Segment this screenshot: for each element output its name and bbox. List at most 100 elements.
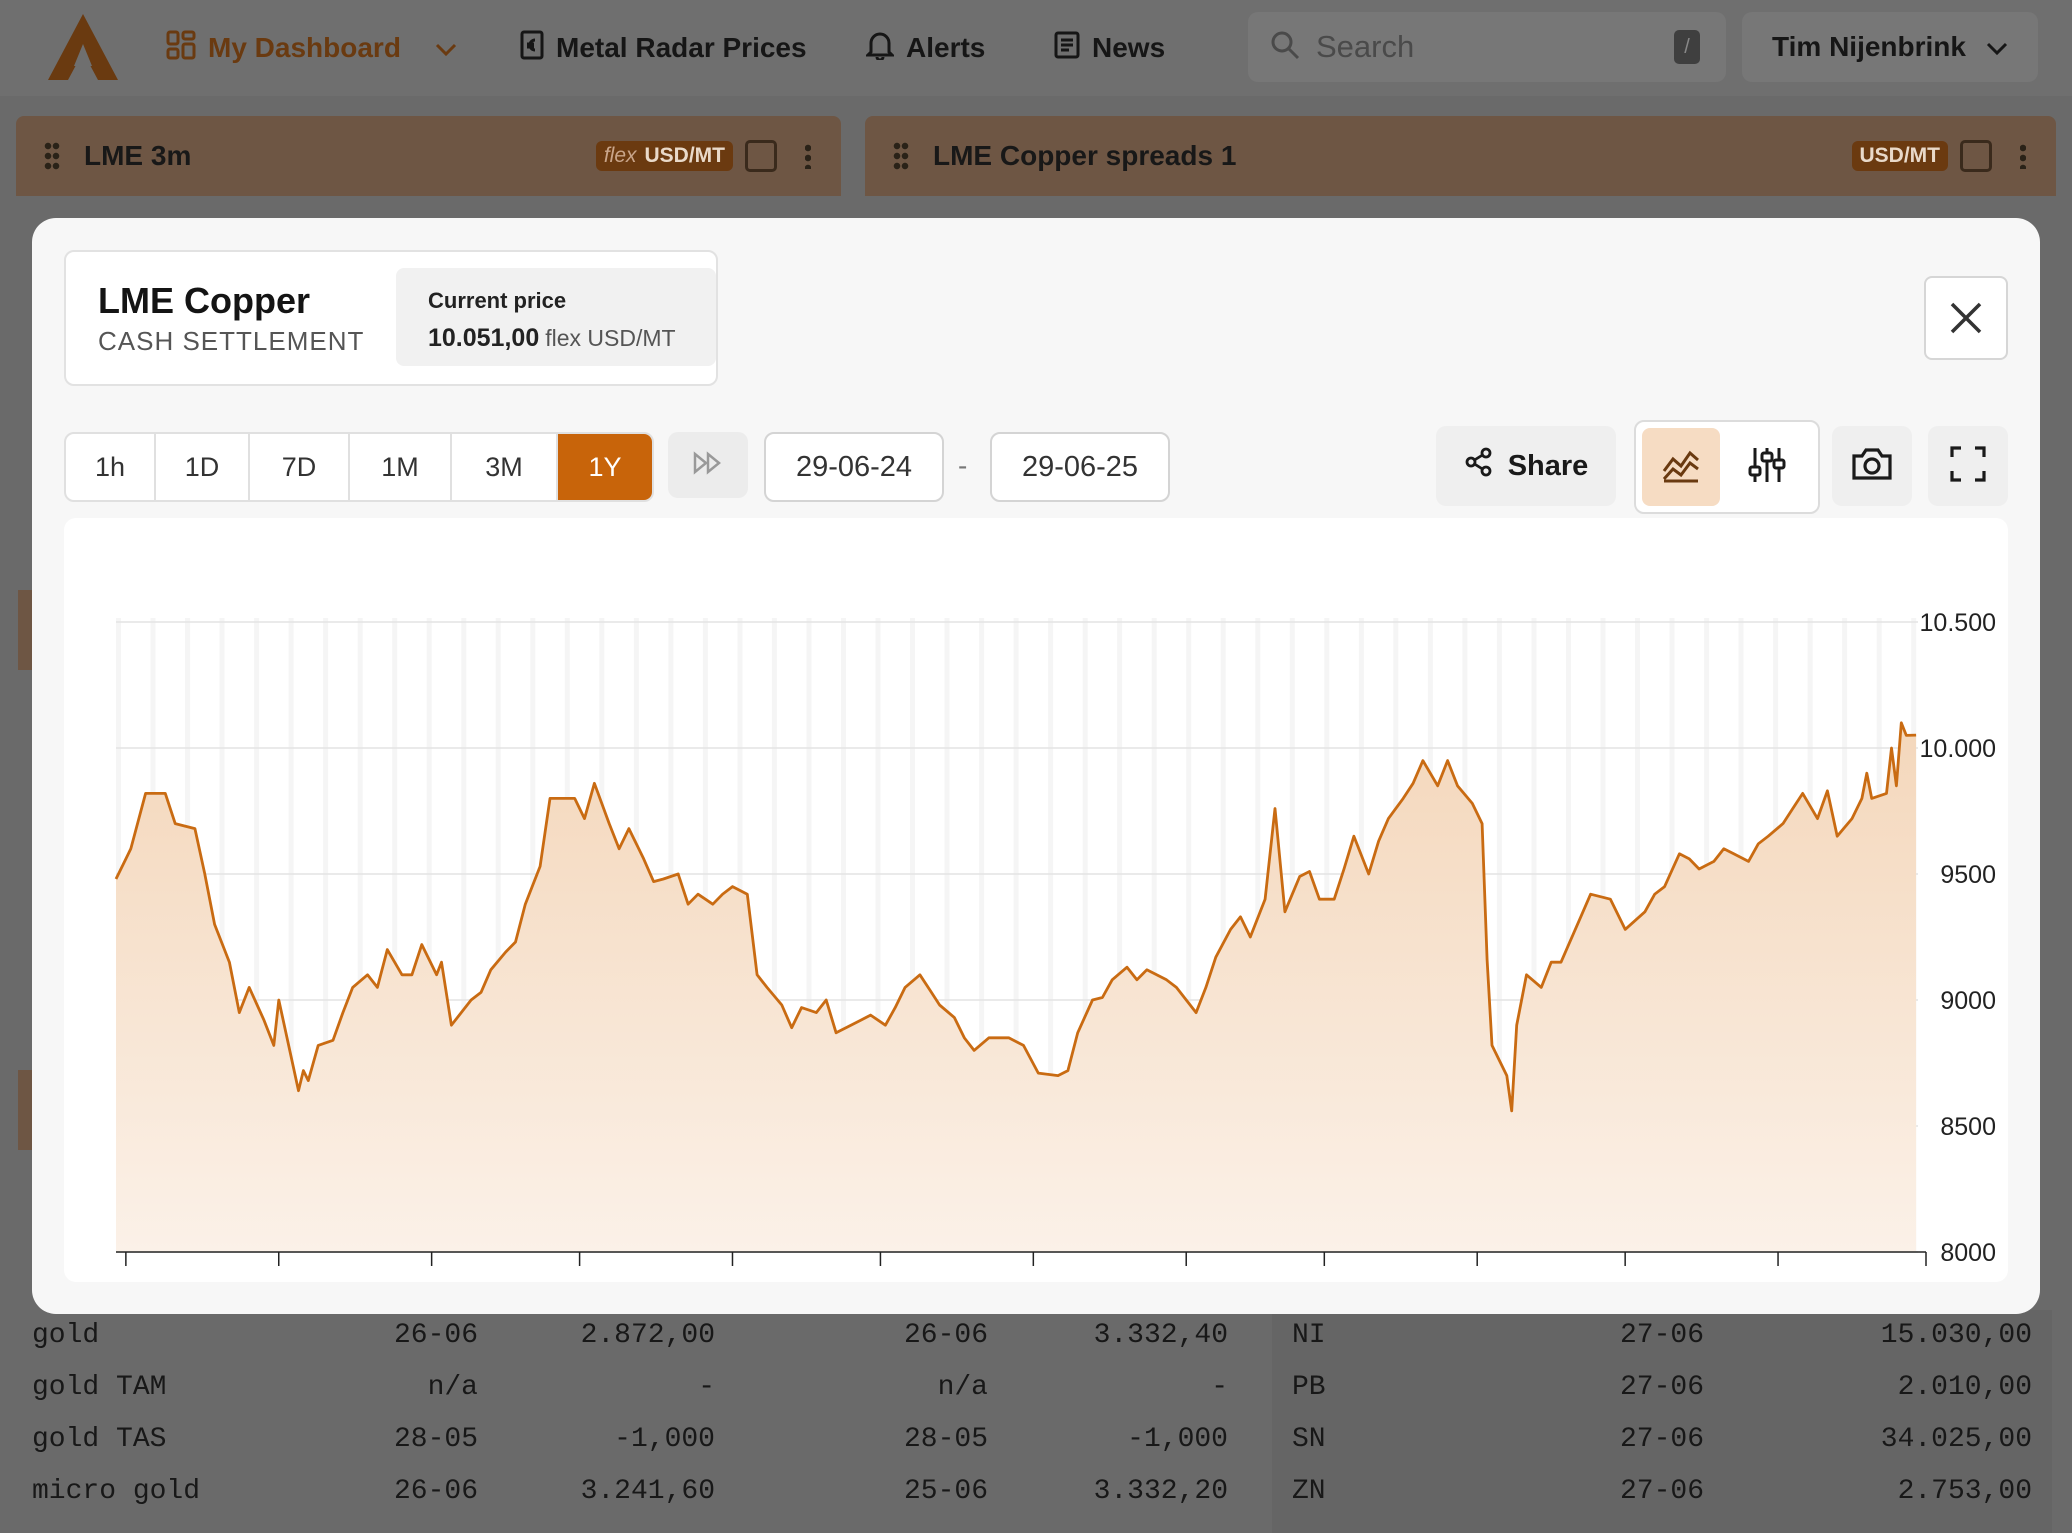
table-right: NI 27-06 15.030,00 PB 27-06 2.010,00 SN … bbox=[1272, 1310, 2052, 1533]
nav-alerts-label: Alerts bbox=[906, 32, 986, 63]
cell-date: n/a bbox=[937, 1372, 988, 1403]
cell-value: 2.753,00 bbox=[1897, 1476, 2032, 1507]
range-1m-button[interactable]: 1M bbox=[350, 434, 452, 500]
cell-value: 3.332,40 bbox=[1093, 1320, 1228, 1351]
range-1d-button[interactable]: 1D bbox=[156, 434, 250, 500]
copy-icon[interactable] bbox=[745, 140, 777, 172]
date-to-input[interactable]: 29-06-25 bbox=[990, 432, 1170, 502]
time-range-selector: 1h 1D 7D 1M 3M 1Y bbox=[64, 432, 654, 502]
user-name: Tim Nijenbrink bbox=[1772, 31, 1966, 62]
chevron-down-icon[interactable] bbox=[435, 32, 457, 64]
expand-icon bbox=[1949, 445, 1987, 488]
cell-name: SN bbox=[1292, 1424, 1326, 1455]
widget-header-lme-copper-spreads: LME Copper spreads 1 USD/MT bbox=[865, 116, 2056, 196]
screenshot-button[interactable] bbox=[1832, 426, 1912, 506]
search-input[interactable]: Search / bbox=[1248, 12, 1726, 82]
y-tick-label: 8000 bbox=[1940, 1239, 1996, 1267]
cell-name: ZN bbox=[1292, 1476, 1326, 1507]
fast-forward-icon bbox=[692, 450, 724, 480]
chart-modal: LME Copper CASH SETTLEMENT Current price… bbox=[32, 218, 2040, 1407]
y-tick-label: 10.500 bbox=[1920, 609, 1996, 637]
newspaper-icon bbox=[1054, 31, 1080, 66]
cell-date: 27-06 bbox=[1619, 1320, 1704, 1351]
nav-metal-radar-prices[interactable]: Metal Radar Prices bbox=[520, 24, 807, 72]
indicators-toggle[interactable] bbox=[1728, 428, 1806, 506]
nav-my-dashboard[interactable]: My Dashboard bbox=[166, 24, 457, 72]
range-1y-button[interactable]: 1Y bbox=[558, 434, 652, 500]
widget-title: LME 3m bbox=[84, 140, 192, 171]
range-3m-button[interactable]: 3M bbox=[452, 434, 558, 500]
cell-value: 2.872,00 bbox=[580, 1320, 715, 1351]
app-logo[interactable] bbox=[48, 14, 118, 85]
table-row[interactable]: ZN 27-06 2.753,00 bbox=[1272, 1466, 2052, 1518]
share-button[interactable]: Share bbox=[1436, 426, 1616, 506]
range-7d-button[interactable]: 7D bbox=[250, 434, 350, 500]
table-row[interactable]: gold TAM n/a - n/a - bbox=[0, 1362, 1240, 1414]
close-button[interactable] bbox=[1924, 276, 2008, 360]
fullscreen-button[interactable] bbox=[1928, 426, 2008, 506]
table-row[interactable]: PB 27-06 2.010,00 bbox=[1272, 1362, 2052, 1414]
y-tick-label: 10.000 bbox=[1920, 735, 1996, 763]
cell-date: 28-05 bbox=[903, 1424, 988, 1455]
current-price-value: 10.051,00 flex USD/MT bbox=[428, 324, 676, 353]
drag-handle-icon[interactable] bbox=[893, 141, 909, 171]
table-row[interactable]: NI 27-06 15.030,00 bbox=[1272, 1310, 2052, 1362]
nav-alerts[interactable]: Alerts bbox=[864, 24, 986, 72]
top-navigation: My Dashboard Metal Radar Prices Alerts N… bbox=[0, 0, 2072, 96]
cell-date: 27-06 bbox=[1619, 1372, 1704, 1403]
range-1h-button[interactable]: 1h bbox=[66, 434, 156, 500]
cell-value: 2.010,00 bbox=[1897, 1372, 2032, 1403]
more-options-icon[interactable] bbox=[805, 143, 811, 169]
table-row[interactable]: micro gold 26-06 3.241,60 25-06 3.332,20 bbox=[0, 1466, 1240, 1518]
instrument-subtitle: CASH SETTLEMENT bbox=[98, 326, 365, 356]
cell-value: 3.332,20 bbox=[1093, 1476, 1228, 1507]
table-row[interactable]: gold 26-06 2.872,00 26-06 3.332,40 bbox=[0, 1310, 1240, 1362]
chart-mode-toggle bbox=[1634, 420, 1820, 514]
cell-name: NI bbox=[1292, 1320, 1326, 1351]
flex-label: flex bbox=[603, 144, 637, 167]
copy-icon[interactable] bbox=[1960, 140, 1992, 172]
cell-date: 26-06 bbox=[393, 1476, 478, 1507]
x-axis: Jul...Aug 2024Sep 2024Okt 2024Nov 2024De… bbox=[125, 1252, 1973, 1310]
search-placeholder: Search bbox=[1316, 29, 1415, 64]
y-tick-label: 9500 bbox=[1940, 861, 1996, 889]
area-chart-icon bbox=[1661, 447, 1701, 488]
unit-label: USD/MT bbox=[1859, 144, 1941, 167]
search-icon bbox=[1270, 30, 1300, 65]
price-chart-svg[interactable]: 10.500 10.000 9500 9000 8500 8000 Jul...Aug 2… bbox=[64, 518, 2008, 1407]
nav-metal-radar-prices-label: Metal Radar Prices bbox=[556, 32, 807, 63]
date-separator: - bbox=[958, 450, 968, 481]
bell-icon bbox=[864, 30, 896, 67]
fast-forward-button[interactable] bbox=[668, 432, 748, 498]
drag-handle-icon[interactable] bbox=[44, 141, 60, 171]
cell-name: gold TAS bbox=[32, 1424, 167, 1455]
area-chart-toggle[interactable] bbox=[1642, 428, 1720, 506]
widget-header-lme-3m: LME 3m flex USD/MT bbox=[16, 116, 841, 196]
more-options-icon[interactable] bbox=[2020, 143, 2026, 169]
table-row[interactable]: gold TAS 28-05 -1,000 28-05 -1,000 bbox=[0, 1414, 1240, 1466]
cell-name: PB bbox=[1292, 1372, 1326, 1403]
nav-news[interactable]: News bbox=[1054, 24, 1165, 72]
y-tick-label: 8500 bbox=[1940, 1113, 1996, 1141]
unit-label: USD/MT bbox=[644, 144, 726, 167]
price-chart[interactable]: 10.500 10.000 9500 9000 8500 8000 Jul...Aug 2… bbox=[64, 518, 2008, 1407]
cell-value: -1,000 bbox=[1127, 1424, 1228, 1455]
nav-news-label: News bbox=[1092, 32, 1166, 63]
cell-date: 27-06 bbox=[1619, 1476, 1704, 1507]
y-tick-label: 9000 bbox=[1940, 987, 1996, 1015]
cell-value: 15.030,00 bbox=[1880, 1320, 2032, 1351]
user-menu[interactable]: Tim Nijenbrink bbox=[1742, 12, 2038, 82]
dashboard-grid-icon bbox=[166, 30, 196, 67]
cell-name: gold bbox=[32, 1320, 100, 1351]
price-number: 10.051,00 bbox=[428, 324, 540, 352]
chevron-down-icon bbox=[1986, 31, 2008, 63]
cell-name: gold TAM bbox=[32, 1372, 167, 1403]
unit-badge[interactable]: flex USD/MT bbox=[595, 141, 733, 171]
current-price-box: Current price 10.051,00 flex USD/MT bbox=[396, 268, 716, 366]
unit-badge[interactable]: USD/MT bbox=[1851, 141, 1948, 171]
close-icon bbox=[1926, 302, 2006, 362]
cell-value: 3.241,60 bbox=[580, 1476, 715, 1507]
cell-date: 25-06 bbox=[903, 1476, 988, 1507]
table-row[interactable]: SN 27-06 34.025,00 bbox=[1272, 1414, 2052, 1466]
date-from-input[interactable]: 29-06-24 bbox=[764, 432, 944, 502]
